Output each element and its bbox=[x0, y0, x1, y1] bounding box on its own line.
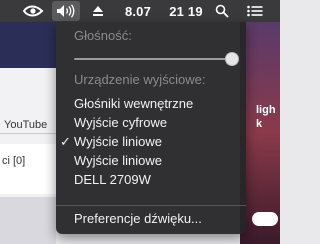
device-label: Wyjście cyfrowe bbox=[74, 115, 168, 130]
menu-bar: 8.07 21 19 bbox=[0, 0, 280, 22]
eject-icon[interactable] bbox=[88, 0, 108, 22]
volume-slider[interactable] bbox=[74, 52, 239, 66]
background-photo bbox=[240, 22, 280, 244]
background-photo-panel: ligh k bbox=[240, 22, 280, 244]
photo-caption-2: k bbox=[256, 118, 263, 130]
device-label: Wyjście liniowe bbox=[74, 134, 163, 149]
output-device-header: Urządzenie wyjściowe: bbox=[74, 72, 206, 87]
device-item-line-out-selected[interactable]: ✓ Wyjście liniowe bbox=[60, 132, 163, 151]
clock-date[interactable]: 8.07 bbox=[120, 0, 156, 22]
volume-slider-knob[interactable] bbox=[225, 52, 239, 66]
search-icon[interactable] bbox=[212, 0, 232, 22]
device-item-digital-out[interactable]: Wyjście cyfrowe bbox=[74, 113, 167, 132]
photo-badge bbox=[252, 212, 278, 226]
browser-header-strip bbox=[0, 22, 56, 68]
device-item-dell-monitor[interactable]: DELL 2709W bbox=[74, 170, 151, 189]
device-item-line-out-2[interactable]: Wyjście liniowe bbox=[74, 151, 162, 170]
checkmark-icon: ✓ bbox=[60, 134, 71, 149]
browser-window-left: YouTube ci [0] bbox=[0, 22, 56, 244]
device-label: Głośniki wewnętrzne bbox=[74, 96, 194, 111]
volume-slider-track[interactable] bbox=[74, 58, 232, 60]
sound-preferences-item[interactable]: Preferencje dźwięku... bbox=[74, 209, 202, 228]
content-card bbox=[0, 144, 56, 194]
volume-dropdown-menu: Głośność: Urządzenie wyjściowe: Głośniki… bbox=[56, 22, 246, 234]
volume-header: Głośność: bbox=[74, 28, 132, 43]
menu-separator bbox=[56, 205, 246, 206]
content-lower bbox=[0, 197, 56, 244]
photo-caption-1: ligh bbox=[256, 104, 276, 116]
counter-text: ci [0] bbox=[2, 155, 26, 167]
clock-time[interactable]: 21 19 bbox=[168, 0, 204, 22]
device-label: DELL 2709W bbox=[74, 172, 151, 187]
browser-tab[interactable]: YouTube bbox=[0, 116, 56, 134]
device-item-internal-speakers[interactable]: Głośniki wewnętrzne bbox=[74, 94, 193, 113]
nvidia-icon[interactable] bbox=[20, 0, 46, 22]
list-icon[interactable] bbox=[244, 0, 266, 22]
volume-icon[interactable] bbox=[52, 1, 80, 21]
device-label: Wyjście liniowe bbox=[74, 153, 163, 168]
